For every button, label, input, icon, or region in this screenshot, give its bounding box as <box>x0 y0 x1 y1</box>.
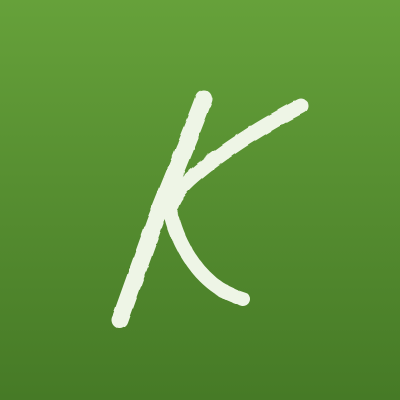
app-icon <box>0 0 400 400</box>
k-lower-leg-stroke <box>163 203 250 306</box>
k-letter-logo-icon <box>111 90 309 329</box>
k-stem-stroke <box>111 90 213 329</box>
